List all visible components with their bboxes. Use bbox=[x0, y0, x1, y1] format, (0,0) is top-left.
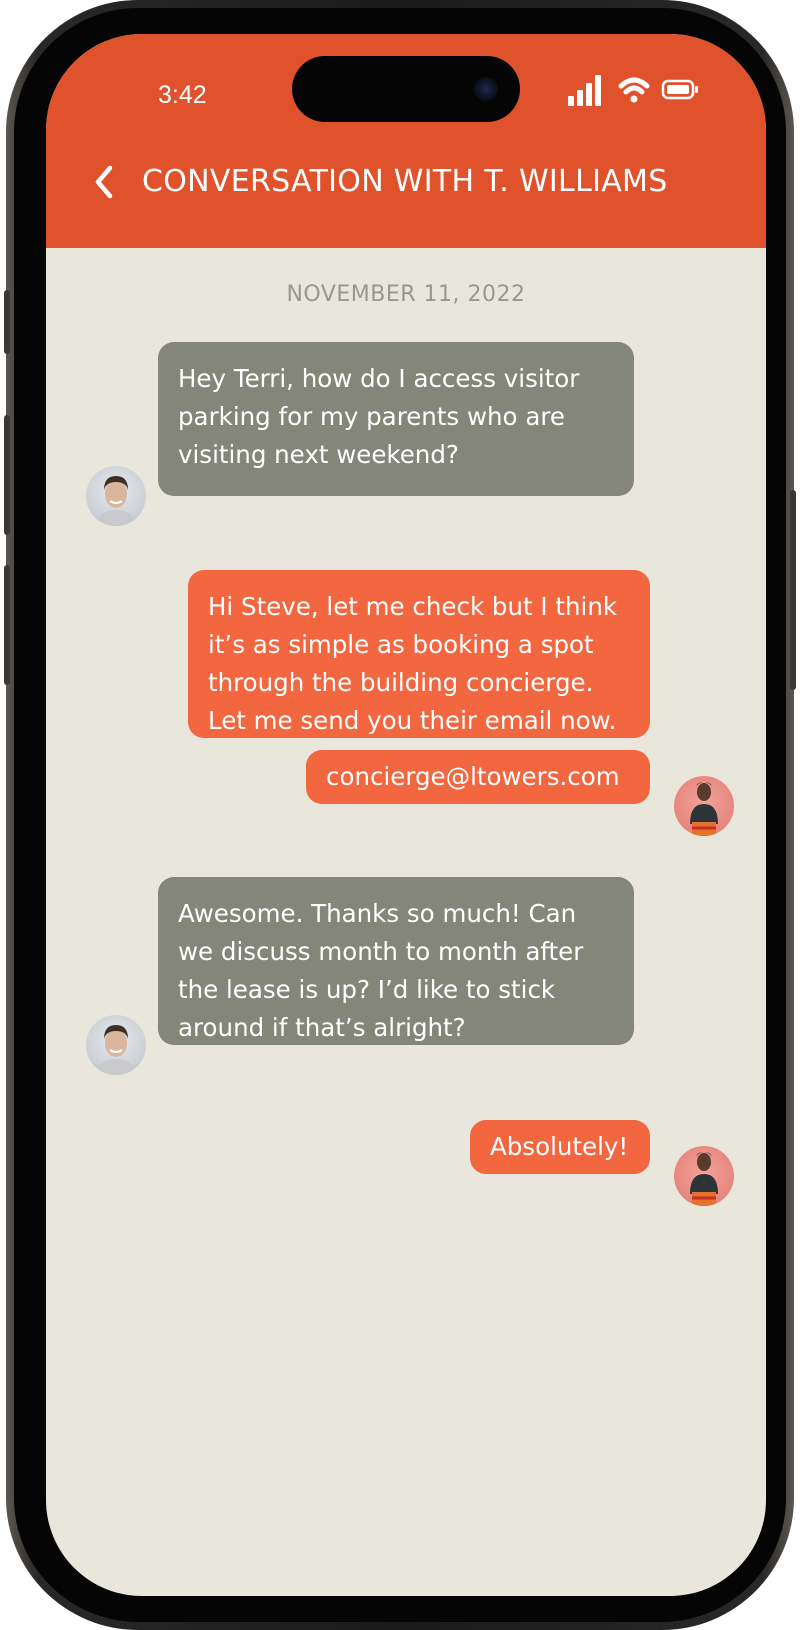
message-bubble-outgoing[interactable]: Hi Steve, let me check but I think it’s … bbox=[188, 570, 650, 738]
wifi-icon bbox=[618, 77, 650, 103]
volume-down-button bbox=[4, 565, 10, 685]
app-header: 3:42 CONVERSATION WITH T. WILLIAMS bbox=[46, 34, 766, 248]
status-icons bbox=[568, 75, 698, 106]
message-bubble-incoming[interactable]: Hey Terri, how do I access visitor parki… bbox=[158, 342, 634, 496]
chevron-left-icon bbox=[95, 165, 113, 199]
cellular-signal-icon bbox=[568, 75, 601, 106]
battery-icon bbox=[661, 79, 698, 100]
email-link-bubble[interactable]: concierge@ltowers.com bbox=[306, 750, 650, 804]
message-bubble-outgoing[interactable]: Absolutely! bbox=[470, 1120, 650, 1174]
action-button bbox=[4, 290, 10, 354]
conversation-title: CONVERSATION WITH T. WILLIAMS bbox=[142, 164, 668, 199]
person-icon bbox=[690, 1152, 718, 1206]
person-icon bbox=[96, 1025, 136, 1075]
camera-icon bbox=[474, 77, 498, 101]
person-icon bbox=[690, 782, 718, 836]
status-time: 3:42 bbox=[158, 81, 207, 109]
avatar-terri[interactable] bbox=[674, 776, 734, 836]
message-bubble-incoming[interactable]: Awesome. Thanks so much! Can we discuss … bbox=[158, 877, 634, 1045]
dynamic-island bbox=[292, 56, 520, 122]
avatar-steve[interactable] bbox=[86, 466, 146, 526]
volume-up-button bbox=[4, 415, 10, 535]
conversation-date: NOVEMBER 11, 2022 bbox=[286, 282, 526, 307]
phone-frame: 3:42 CONVERSATION WITH T. WILLIAMS NOVEM… bbox=[4, 0, 796, 1630]
person-icon bbox=[96, 476, 136, 526]
screen: 3:42 CONVERSATION WITH T. WILLIAMS NOVEM… bbox=[46, 34, 766, 1596]
power-button bbox=[790, 490, 796, 690]
back-button[interactable] bbox=[90, 162, 120, 202]
avatar-steve[interactable] bbox=[86, 1015, 146, 1075]
avatar-terri[interactable] bbox=[674, 1146, 734, 1206]
